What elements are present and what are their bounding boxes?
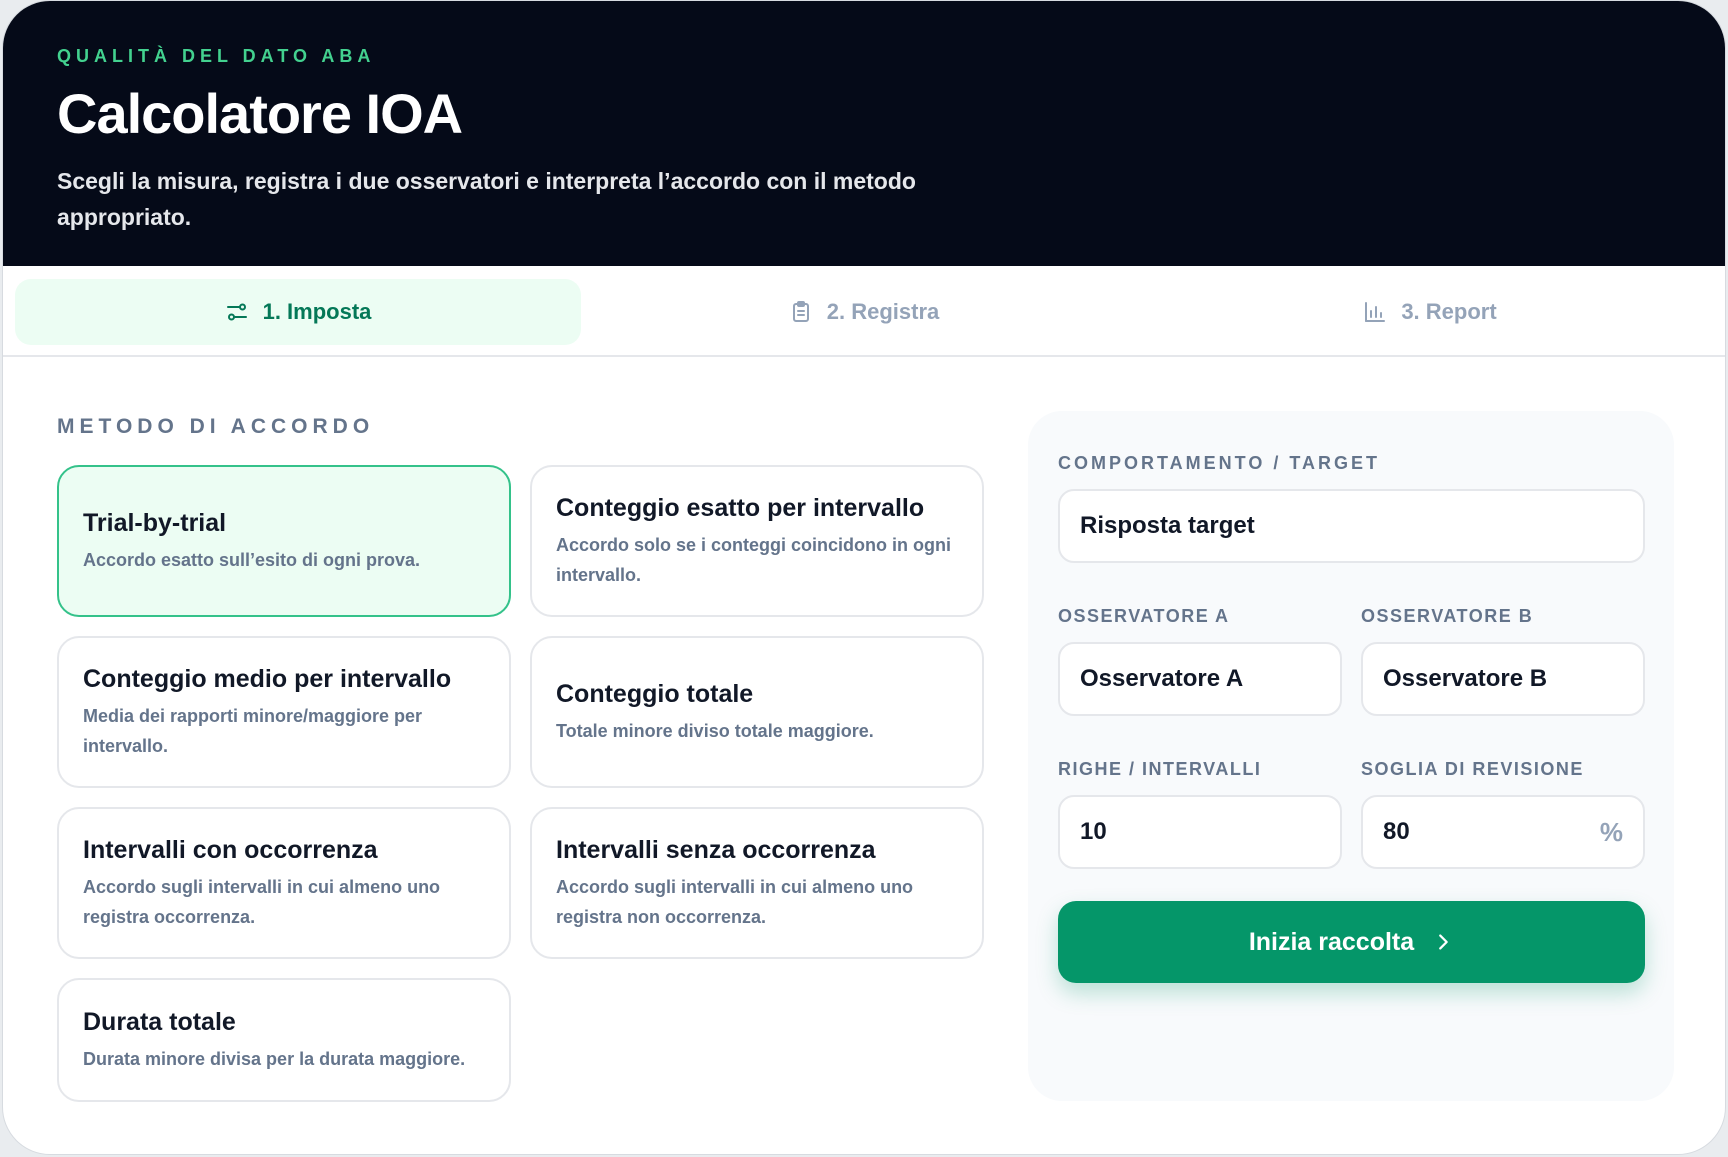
threshold-value: 80 (1383, 818, 1410, 845)
method-title: Intervalli con occorrenza (83, 836, 378, 864)
observer-a-value: Osservatore A (1080, 665, 1244, 692)
method-title: Conteggio esatto per intervallo (556, 494, 925, 522)
method-desc: Media dei rapporti minore/maggiore per i… (83, 706, 423, 756)
eyebrow: QUALITÀ DEL DATO ABA (57, 46, 376, 66)
tab-registra[interactable]: 2. Registra (581, 279, 1147, 345)
target-value: Risposta target (1080, 512, 1255, 539)
app-window: QUALITÀ DEL DATO ABA Calcolatore IOA Sce… (2, 0, 1726, 1155)
observer-b-input[interactable]: Osservatore B (1361, 642, 1645, 716)
page-title: Calcolatore IOA (57, 82, 463, 145)
observer-a-label: OSSERVATORE A (1058, 606, 1230, 626)
method-card-total-count[interactable]: Conteggio totale Totale minore diviso to… (530, 636, 984, 788)
tab-report[interactable]: 3. Report (1147, 279, 1713, 345)
observer-b-label: OSSERVATORE B (1361, 606, 1534, 626)
methods-section-label: METODO DI ACCORDO (57, 415, 375, 438)
tab-imposta[interactable]: 1. Imposta (15, 279, 581, 345)
threshold-label: SOGLIA DI REVISIONE (1361, 759, 1584, 779)
method-desc: Totale minore diviso totale maggiore. (556, 721, 874, 741)
page-subtitle: Scegli la misura, registra i due osserva… (57, 168, 916, 230)
hero-header: QUALITÀ DEL DATO ABA Calcolatore IOA Sce… (3, 1, 1725, 266)
method-desc: Accordo sugli intervalli in cui almeno u… (83, 877, 441, 927)
start-collection-label: Inizia raccolta (1248, 927, 1415, 956)
method-card-trial-by-trial[interactable]: Trial-by-trial Accordo esatto sull’esito… (57, 465, 511, 617)
rows-value: 10 (1080, 818, 1107, 845)
bar-chart-icon (1365, 302, 1386, 322)
clipboard-icon (792, 301, 809, 322)
method-title: Trial-by-trial (83, 509, 227, 537)
chevron-right-icon (1439, 934, 1448, 950)
observer-b-value: Osservatore B (1383, 665, 1548, 692)
rows-input[interactable]: 10 (1058, 795, 1342, 869)
method-desc: Accordo esatto sull’esito di ogni prova. (83, 550, 421, 570)
threshold-input[interactable]: 80 % (1361, 795, 1645, 869)
method-title: Conteggio medio per intervallo (83, 665, 452, 693)
method-title: Durata totale (83, 1008, 236, 1036)
percent-suffix: % (1599, 816, 1623, 847)
tab-label: 3. Report (1401, 299, 1497, 324)
observer-a-input[interactable]: Osservatore A (1058, 642, 1342, 716)
method-card-occurrence[interactable]: Intervalli con occorrenza Accordo sugli … (57, 807, 511, 959)
rows-label: RIGHE / INTERVALLI (1058, 759, 1262, 779)
target-input[interactable]: Risposta target (1058, 489, 1645, 563)
method-desc: Accordo solo se i conteggi coincidono in… (556, 535, 952, 585)
tab-label: 2. Registra (826, 299, 940, 324)
method-desc: Durata minore divisa per la durata maggi… (83, 1049, 466, 1069)
method-card-nonoccurrence[interactable]: Intervalli senza occorrenza Accordo sugl… (530, 807, 984, 959)
method-card-exact-count[interactable]: Conteggio esatto per intervallo Accordo … (530, 465, 984, 617)
start-collection-button[interactable]: Inizia raccolta (1058, 901, 1645, 983)
method-card-total-duration[interactable]: Durata totale Durata minore divisa per l… (57, 978, 511, 1102)
step-tabs: 1. Imposta 2. Registra 3. Report (3, 266, 1725, 357)
method-title: Intervalli senza occorrenza (556, 836, 876, 864)
sliders-icon (226, 303, 247, 321)
tab-label: 1. Imposta (262, 299, 372, 324)
method-card-mean-count[interactable]: Conteggio medio per intervallo Media dei… (57, 636, 511, 788)
method-title: Conteggio totale (556, 680, 754, 708)
method-desc: Accordo sugli intervalli in cui almeno u… (556, 877, 914, 927)
target-label: COMPORTAMENTO / TARGET (1058, 453, 1380, 473)
